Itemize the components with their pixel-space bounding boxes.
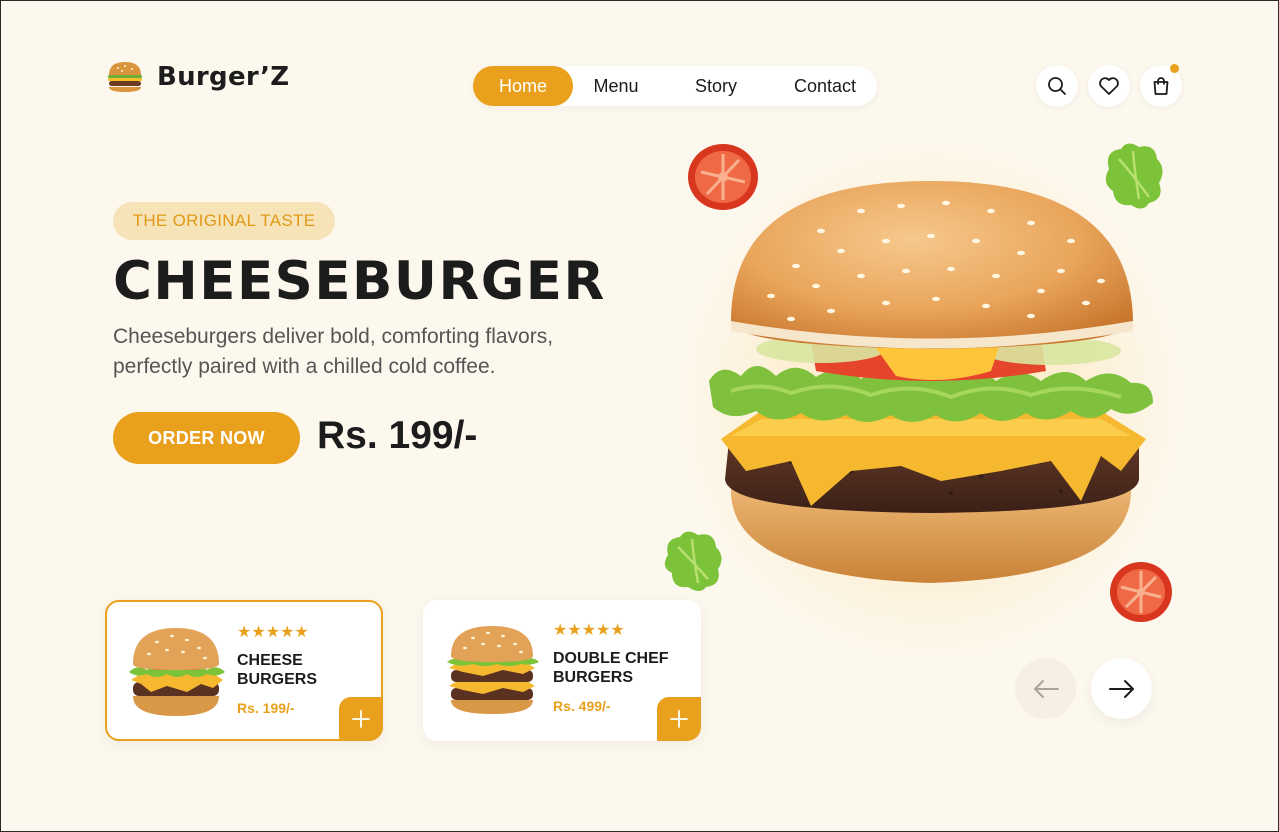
nav-item-menu[interactable]: Menu xyxy=(573,66,659,106)
hero-title: CHEESEBURGER xyxy=(113,251,606,312)
product-card[interactable]: ★★★★★ CHEESE BURGERS Rs. 199/- xyxy=(105,600,383,741)
product-image xyxy=(129,628,225,716)
tomato-slice-decoration xyxy=(1110,562,1172,622)
product-name: CHEESE BURGERS xyxy=(237,652,318,688)
nav-item-home[interactable]: Home xyxy=(473,66,573,106)
rating-stars: ★★★★★ xyxy=(237,624,309,641)
hero-tagline: THE ORIGINAL TASTE xyxy=(113,202,335,240)
carousel-next-button[interactable] xyxy=(1091,658,1152,719)
heart-icon xyxy=(1099,77,1119,95)
burger-icon xyxy=(108,62,142,92)
search-icon xyxy=(1048,77,1066,95)
product-card[interactable]: ★★★★★ DOUBLE CHEF BURGERS Rs. 499/- xyxy=(423,600,701,741)
product-image xyxy=(447,626,539,714)
shopping-bag-icon xyxy=(1153,77,1169,95)
product-name: DOUBLE CHEF BURGERS xyxy=(553,650,669,686)
plus-icon xyxy=(352,710,370,728)
add-to-cart-button[interactable] xyxy=(657,697,701,741)
arrow-left-icon xyxy=(1033,679,1059,698)
cart-button[interactable] xyxy=(1140,64,1182,107)
search-button[interactable] xyxy=(1036,65,1078,107)
hero-price: Rs. 199/- xyxy=(317,414,478,457)
brand-logo[interactable]: Burger’Z xyxy=(105,59,289,95)
main-nav: Home Menu Story Contact xyxy=(473,66,877,106)
brand-name: Burger’Z xyxy=(157,62,290,92)
rating-stars: ★★★★★ xyxy=(553,622,625,639)
carousel-prev-button[interactable] xyxy=(1015,658,1076,719)
hero-burger-image xyxy=(709,181,1153,583)
product-price: Rs. 199/- xyxy=(237,700,295,716)
cart-indicator-dot xyxy=(1170,64,1179,73)
lettuce-decoration xyxy=(664,531,722,591)
tomato-slice-decoration xyxy=(688,144,758,210)
order-now-button[interactable]: ORDER NOW xyxy=(113,412,300,464)
nav-item-story[interactable]: Story xyxy=(659,66,773,106)
add-to-cart-button[interactable] xyxy=(339,697,383,741)
favorites-button[interactable] xyxy=(1088,65,1130,107)
product-price: Rs. 499/- xyxy=(553,698,611,714)
hero-description: Cheeseburgers deliver bold, comforting f… xyxy=(113,325,554,378)
arrow-right-icon xyxy=(1108,679,1134,698)
plus-icon xyxy=(670,710,688,728)
lettuce-decoration xyxy=(1105,143,1163,209)
page: Burger’Z Home Menu Story Contact THE ORI… xyxy=(0,0,1279,832)
nav-item-contact[interactable]: Contact xyxy=(773,66,877,106)
